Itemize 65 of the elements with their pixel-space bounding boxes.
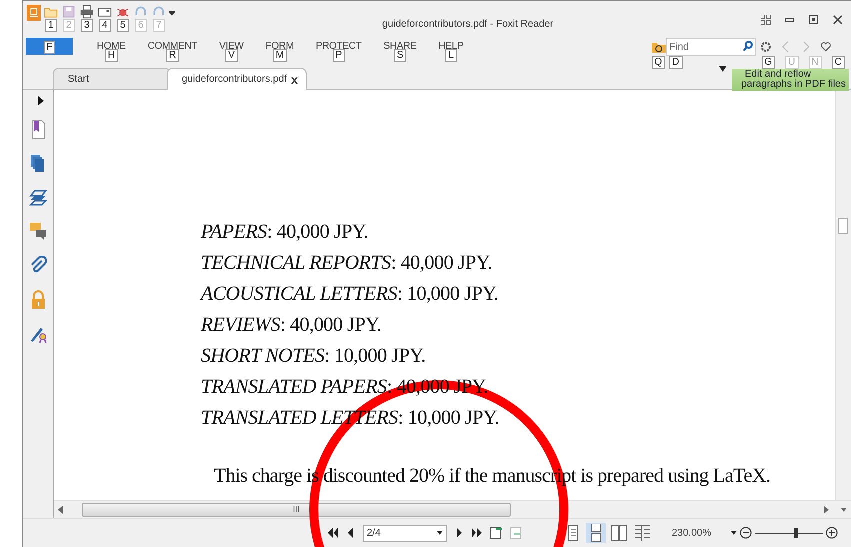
ribbon-tab[interactable]: HOME H bbox=[97, 36, 126, 62]
keytip: 3 bbox=[81, 19, 93, 32]
window-title: guideforcontributors.pdf - Foxit Reader bbox=[381, 18, 555, 30]
keytip: G bbox=[762, 56, 776, 69]
zoom-in-icon[interactable] bbox=[826, 527, 838, 539]
previous-view-icon[interactable] bbox=[489, 526, 503, 540]
ribbon-tab[interactable]: FORM M bbox=[266, 36, 294, 62]
keytip: U bbox=[785, 56, 799, 69]
facing-view-button[interactable] bbox=[609, 523, 629, 543]
ribbon-tab[interactable]: SHARE S bbox=[384, 36, 417, 62]
keytip: N bbox=[808, 56, 822, 69]
folder-search-icon[interactable] bbox=[652, 40, 666, 54]
file-tab[interactable]: F bbox=[26, 38, 73, 55]
zoom-out-icon[interactable] bbox=[740, 527, 752, 539]
scroll-down-icon[interactable] bbox=[841, 506, 847, 514]
cover-view-button[interactable] bbox=[632, 523, 652, 543]
heart-icon[interactable] bbox=[820, 41, 832, 53]
first-page-icon[interactable] bbox=[327, 527, 339, 539]
scroll-left-icon[interactable] bbox=[58, 506, 64, 514]
layers-icon[interactable] bbox=[29, 188, 47, 208]
zoom-level[interactable]: 230.00% bbox=[672, 528, 712, 538]
dropdown-caret-icon[interactable] bbox=[437, 531, 443, 535]
fee-line: REVIEWS: 40,000 JPY. bbox=[201, 313, 383, 338]
search-field[interactable]: Find bbox=[666, 38, 756, 56]
slider-thumb[interactable] bbox=[794, 528, 798, 538]
keytip: 5 bbox=[117, 19, 129, 32]
expand-arrow-icon[interactable] bbox=[37, 96, 45, 106]
keytip: 1 bbox=[45, 19, 57, 32]
zoom-slider[interactable] bbox=[755, 527, 824, 539]
customize-caret-icon[interactable] bbox=[169, 8, 175, 16]
collapse-caret-icon[interactable] bbox=[719, 66, 727, 72]
gear-icon[interactable] bbox=[760, 41, 772, 53]
fee-line: PAPERS: 40,000 JPY. bbox=[201, 220, 370, 245]
scroll-thumb[interactable]: III bbox=[82, 502, 511, 516]
fee-line: SHORT NOTES: 10,000 JPY. bbox=[201, 344, 427, 369]
comments-icon[interactable] bbox=[29, 222, 47, 242]
pages-icon[interactable] bbox=[29, 154, 47, 174]
ribbon-tab[interactable]: VIEW V bbox=[219, 36, 244, 62]
document-tab[interactable]: Start bbox=[53, 68, 171, 89]
scroll-right-icon[interactable] bbox=[823, 506, 829, 514]
close-icon[interactable] bbox=[833, 15, 843, 25]
page-field[interactable]: 2/4 bbox=[363, 524, 447, 542]
vertical-scrollbar[interactable] bbox=[835, 90, 851, 500]
keytip: 6 bbox=[135, 19, 147, 32]
maximize-icon[interactable] bbox=[809, 15, 819, 25]
fee-line: TECHNICAL REPORTS: 40,000 JPY. bbox=[201, 251, 494, 276]
last-page-icon[interactable] bbox=[471, 527, 483, 539]
app-logo-icon bbox=[27, 5, 41, 21]
keytip: 2 bbox=[63, 19, 75, 32]
keytip: D bbox=[669, 56, 683, 69]
search-icon[interactable] bbox=[742, 41, 753, 52]
keytip: 4 bbox=[99, 19, 111, 32]
ribbon-tab[interactable]: PROTECT P bbox=[316, 36, 362, 62]
document-tab[interactable]: guideforcontributors.pdf x bbox=[167, 68, 307, 90]
promo-banner[interactable]: Edit and reflow paragraphs in PDF files bbox=[732, 69, 849, 91]
keytip: C bbox=[832, 56, 845, 69]
fee-line: ACOUSTICAL LETTERS: 10,000 JPY. bbox=[201, 282, 500, 307]
zoom-caret-icon[interactable] bbox=[731, 531, 738, 535]
ribbon-tab[interactable]: COMMENT R bbox=[148, 36, 198, 62]
print-icon[interactable] bbox=[80, 5, 94, 19]
continuous-view-button[interactable] bbox=[586, 523, 606, 543]
keytip: Q bbox=[652, 56, 666, 69]
keytip: 7 bbox=[153, 19, 165, 32]
ribbon-tab[interactable]: HELP L bbox=[438, 36, 464, 62]
ribbon-display-icon[interactable] bbox=[761, 15, 771, 25]
